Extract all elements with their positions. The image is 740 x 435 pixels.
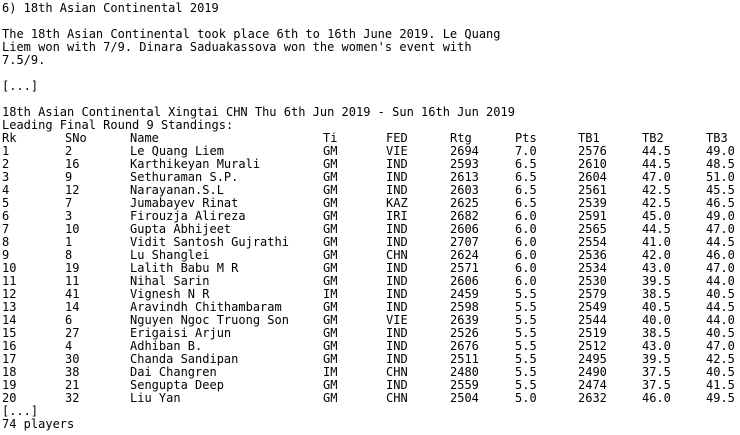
cell-name: Liu Yan [130,391,181,405]
table-row: 16 4 Adhiban B. GM IND 2676 5.5 2512 43.0 47.0 [2,340,738,353]
table-row: 13 14 Aravindh Chithambaram GM IND 2598 5.5 254… [2,301,738,314]
table-row: 18 38 Dai Changren IM CHN 2480 5.5 2490 37.5 40.5 [2,366,738,379]
cell-points: 5.0 [515,391,537,405]
table-row: 17 30 Chanda Sandipan GM IND 2511 5.5 2495 39.5 4… [2,353,738,366]
table-row: 2 16 Karthikeyan Murali GM IND 2593 6.5 2610 44.… [2,158,738,171]
table-row: 1 2 Le Quang Liem GM VIE 2694 7.0 2576 44.5 49.0 [2,145,738,158]
table-row: 11 11 Nihal Sarin GM IND 2606 6.0 2530 39.5 44.0 [2,275,738,288]
intro-line-2: Liem won with 7/9. Dinara Saduakassova w… [2,40,472,54]
cell-rating: 2504 [450,391,479,405]
section-heading: 6) 18th Asian Continental 2019 [2,1,219,15]
cell-title: GM [323,391,338,405]
table-row: 9 8 Lu Shanglei GM CHN 2624 6.0 2536 42.0 46.0 [2,249,738,262]
table-row: 4 12 Narayanan.S.L GM IND 2603 6.5 2561 42.5 45.5 [2,184,738,197]
table-row: 7 10 Gupta Abhijeet GM IND 2606 6.0 2565 44.5 47.… [2,223,738,236]
table-row: 3 9 Sethuraman S.P. GM IND 2613 6.5 2604 47.0 51.… [2,171,738,184]
cell-tb2: 46.0 [642,391,671,405]
table-row: 20 32 Liu Yan GM CHN 2504 5.0 2632 46.0 49.5 [2,392,738,405]
document-page: 6) 18th Asian Continental 2019 The 18th … [0,0,740,435]
table-row: 12 41 Vignesh N R IM IND 2459 5.5 2579 38.5 40.5 [2,288,738,301]
players-count: 74 players [2,417,75,431]
standings-title: Leading Final Round 9 Standings: [2,118,234,132]
table-row: 14 6 Nguyen Ngoc Truong Son GM VIE 2639 5.5 254… [2,314,738,327]
standings-table: Rk SNo Name Ti FED Rtg Pts TB1 TB2 TB3 1… [2,132,738,405]
table-row: 8 1 Vidit Santosh Gujrathi GM IND 2707 6.0 2554… [2,236,738,249]
table-row: 15 27 Erigaisi Arjun GM IND 2526 5.5 2519 38.5 40… [2,327,738,340]
cell-fed: CHN [386,391,408,405]
ellipsis-top: [...] [2,79,39,93]
table-row: 6 3 Firouzja Alireza GM IRI 2682 6.0 2591 45.0 49… [2,210,738,223]
cell-sno: 32 [65,391,80,405]
cell-tb1: 2632 [578,391,607,405]
standings-header-row: Rk SNo Name Ti FED Rtg Pts TB1 TB2 TB3 [2,132,738,145]
cell-tb3: 49.5 [706,391,735,405]
table-row: 19 21 Sengupta Deep GM IND 2559 5.5 2474 37.5 41.… [2,379,738,392]
table-row: 10 19 Lalith Babu M R GM IND 2571 6.0 2534 43.0 4… [2,262,738,275]
intro-line-3: 7.5/9. [2,53,46,67]
table-row: 5 7 Jumabayev Rinat GM KAZ 2625 6.5 2539 42.5 46.… [2,197,738,210]
